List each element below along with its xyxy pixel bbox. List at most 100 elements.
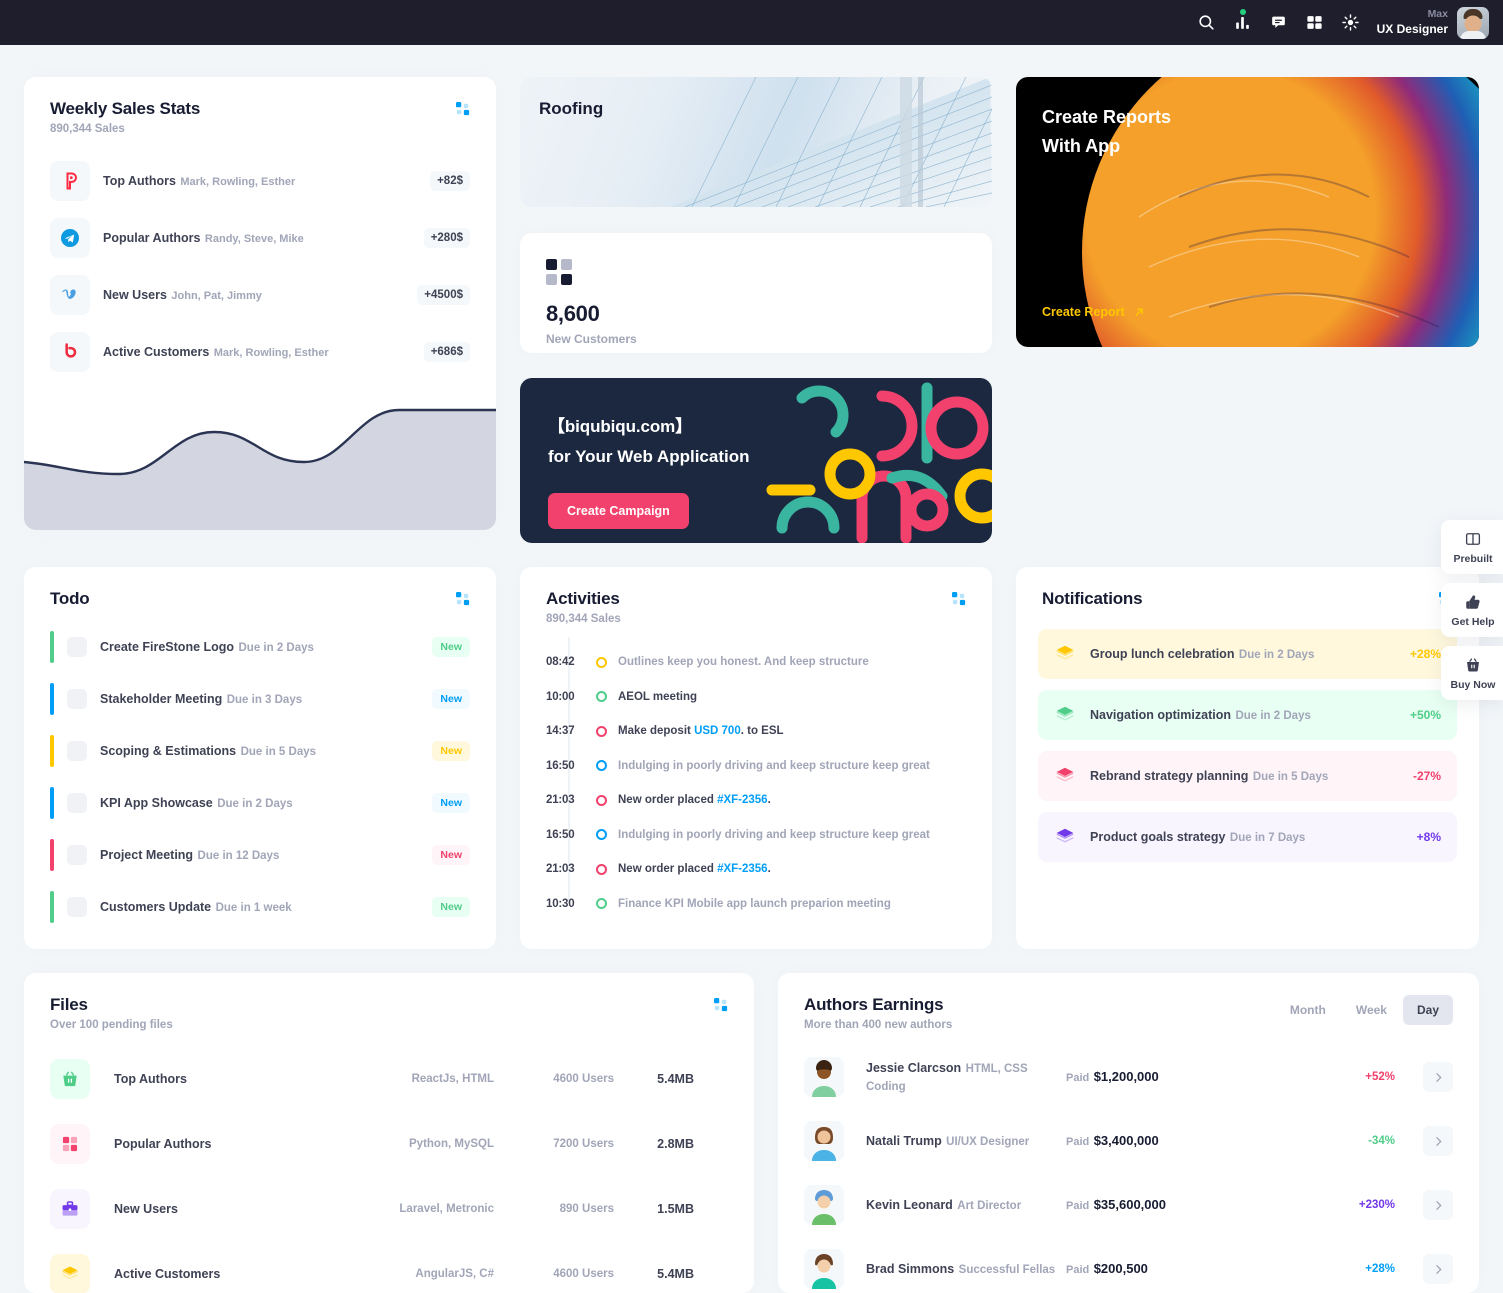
- table-row[interactable]: Popular Authors Python, MySQL 7200 Users…: [24, 1116, 754, 1172]
- earnings-period-tabs: Month Week Day: [1276, 995, 1453, 1025]
- table-row[interactable]: Natali Trump UI/UX Designer Paid $3,400,…: [778, 1111, 1479, 1171]
- bar-chart-icon[interactable]: [1225, 5, 1261, 41]
- file-name: Active Customers: [114, 1267, 221, 1281]
- table-row[interactable]: New Users Laravel, Metronic 890 Users 1.…: [24, 1181, 754, 1237]
- order-link[interactable]: #XF-2356: [717, 794, 768, 806]
- list-item[interactable]: Popular Authors Randy, Steve, Mike +280$: [50, 218, 470, 258]
- todo-checkbox[interactable]: [67, 689, 87, 709]
- list-item[interactable]: New Users John, Pat, Jimmy +4500$: [50, 275, 470, 315]
- create-report-link[interactable]: Create Report: [1042, 305, 1146, 319]
- files-title: Files: [50, 995, 88, 1014]
- todo-checkbox[interactable]: [67, 845, 87, 865]
- notifications-card: Notifications Group lunch celebration Du…: [1016, 567, 1479, 949]
- avatar: [804, 1057, 844, 1097]
- activity-time: 21:03: [546, 794, 575, 807]
- create-campaign-button[interactable]: Create Campaign: [548, 493, 689, 529]
- paid-amount: $3,400,000: [1093, 1133, 1159, 1148]
- list-item[interactable]: 21:03 New order placed #XF-2356.: [546, 783, 966, 818]
- tab-month[interactable]: Month: [1276, 995, 1340, 1025]
- dots-grid-icon[interactable]: [952, 592, 966, 606]
- activities-card: Activities 890,344 Sales 08:42 Outlines …: [520, 567, 992, 949]
- activity-text: New order placed #XF-2356.: [618, 794, 771, 807]
- list-item[interactable]: Active Customers Mark, Rowling, Esther +…: [50, 332, 470, 372]
- list-item[interactable]: 10:30 Finance KPI Mobile app launch prep…: [546, 887, 966, 922]
- stat-people: Randy, Steve, Mike: [204, 233, 304, 245]
- todo-checkbox[interactable]: [67, 741, 87, 761]
- list-item[interactable]: KPI App Showcase Due in 2 Days New: [50, 787, 470, 819]
- dots-grid-icon[interactable]: [714, 998, 728, 1012]
- file-size: 5.4MB: [657, 1072, 694, 1086]
- order-link[interactable]: #XF-2356: [717, 863, 768, 875]
- table-row[interactable]: Brad Simmons Successful Fellas Paid $200…: [778, 1239, 1479, 1293]
- activities-subtitle: 890,344 Sales: [546, 613, 621, 625]
- priority-bar: [50, 683, 54, 715]
- notification-due: Due in 7 Days: [1229, 832, 1306, 844]
- file-users: 4600 Users: [553, 1268, 614, 1280]
- chevron-right-icon[interactable]: [1423, 1126, 1453, 1156]
- earnings-subtitle: More than 400 new authors: [804, 1019, 953, 1031]
- deposit-link[interactable]: USD 700: [694, 725, 741, 737]
- list-item[interactable]: Navigation optimization Due in 2 Days +5…: [1038, 690, 1457, 740]
- table-row[interactable]: Jessie Clarcson HTML, CSS Coding Paid $1…: [778, 1047, 1479, 1107]
- activity-time: 16:50: [546, 828, 575, 841]
- author-name: Jessie Clarcson: [866, 1061, 962, 1075]
- list-item[interactable]: Top Authors Mark, Rowling, Esther +82$: [50, 161, 470, 201]
- dots-grid-icon[interactable]: [456, 102, 470, 116]
- timeline-bullet-icon: [595, 725, 607, 737]
- table-row[interactable]: Active Customers AngularJS, C# 4600 User…: [24, 1246, 754, 1293]
- table-row[interactable]: Kevin Leonard Art Director Paid $35,600,…: [778, 1175, 1479, 1235]
- apps-grid-icon[interactable]: [1297, 5, 1333, 41]
- files-list: Top Authors ReactJs, HTML 4600 Users 5.4…: [24, 1031, 754, 1293]
- card-subtitle: 890,344 Sales: [50, 123, 125, 135]
- tab-day[interactable]: Day: [1402, 995, 1453, 1025]
- list-item[interactable]: Product goals strategy Due in 7 Days +8%: [1038, 812, 1457, 862]
- chevron-right-icon[interactable]: [1423, 1062, 1453, 1092]
- list-item[interactable]: Rebrand strategy planning Due in 5 Days …: [1038, 751, 1457, 801]
- stat-value: +686$: [423, 342, 470, 362]
- layers-icon: [50, 1254, 90, 1293]
- dots-grid-icon[interactable]: [456, 592, 470, 606]
- todo-checkbox[interactable]: [67, 793, 87, 813]
- list-item[interactable]: 08:42 Outlines keep you honest. And keep…: [546, 645, 966, 680]
- file-name: Top Authors: [114, 1072, 187, 1086]
- sales-stat-list: Top Authors Mark, Rowling, Esther +82$ P…: [24, 135, 496, 372]
- list-item[interactable]: 14:37 Make deposit USD 700. to ESL: [546, 714, 966, 749]
- tab-week[interactable]: Week: [1342, 995, 1401, 1025]
- activity-text: Indulging in poorly driving and keep str…: [618, 828, 930, 841]
- list-item[interactable]: Group lunch celebration Due in 2 Days +2…: [1038, 629, 1457, 679]
- avatar: [804, 1121, 844, 1161]
- list-item[interactable]: Project Meeting Due in 12 Days New: [50, 839, 470, 871]
- table-row[interactable]: Top Authors ReactJs, HTML 4600 Users 5.4…: [24, 1051, 754, 1107]
- list-item[interactable]: Scoping & Estimations Due in 5 Days New: [50, 735, 470, 767]
- notification-name: Navigation optimization: [1090, 708, 1231, 722]
- search-icon[interactable]: [1189, 5, 1225, 41]
- drawer-item-buy-now[interactable]: Buy Now: [1441, 646, 1503, 700]
- paid-amount: $35,600,000: [1093, 1197, 1166, 1212]
- todo-checkbox[interactable]: [67, 637, 87, 657]
- list-item[interactable]: 10:00 AEOL meeting: [546, 680, 966, 715]
- list-item[interactable]: Customers Update Due in 1 week New: [50, 891, 470, 923]
- avatar[interactable]: [1457, 6, 1489, 39]
- todo-name: Customers Update: [100, 900, 212, 914]
- chevron-right-icon[interactable]: [1423, 1254, 1453, 1284]
- chat-icon[interactable]: [1261, 5, 1297, 41]
- list-item[interactable]: 16:50 Indulging in poorly driving and ke…: [546, 749, 966, 784]
- list-item[interactable]: Create FireStone Logo Due in 2 Days New: [50, 631, 470, 663]
- activity-time: 16:50: [546, 759, 575, 772]
- drawer-item-get-help[interactable]: Get Help: [1441, 583, 1503, 637]
- theme-sun-icon[interactable]: [1333, 5, 1369, 41]
- roofing-banner-card[interactable]: Roofing: [520, 77, 992, 207]
- list-item[interactable]: Stakeholder Meeting Due in 3 Days New: [50, 683, 470, 715]
- file-tech: ReactJs, HTML: [411, 1073, 494, 1085]
- activity-time: 10:30: [546, 897, 575, 910]
- list-item[interactable]: 21:03 New order placed #XF-2356.: [546, 852, 966, 887]
- todo-checkbox[interactable]: [67, 897, 87, 917]
- list-item[interactable]: 16:50 Indulging in poorly driving and ke…: [546, 818, 966, 853]
- drawer-item-prebuilt[interactable]: Prebuilt: [1441, 520, 1503, 574]
- user-menu[interactable]: Max UX Designer: [1377, 6, 1489, 39]
- dashboard-row-1: Weekly Sales Stats 890,344 Sales Top Aut…: [24, 77, 1479, 543]
- chevron-right-icon[interactable]: [1423, 1190, 1453, 1220]
- basket-icon: [50, 1059, 90, 1099]
- todo-name: KPI App Showcase: [100, 796, 213, 810]
- activities-title: Activities: [546, 589, 620, 608]
